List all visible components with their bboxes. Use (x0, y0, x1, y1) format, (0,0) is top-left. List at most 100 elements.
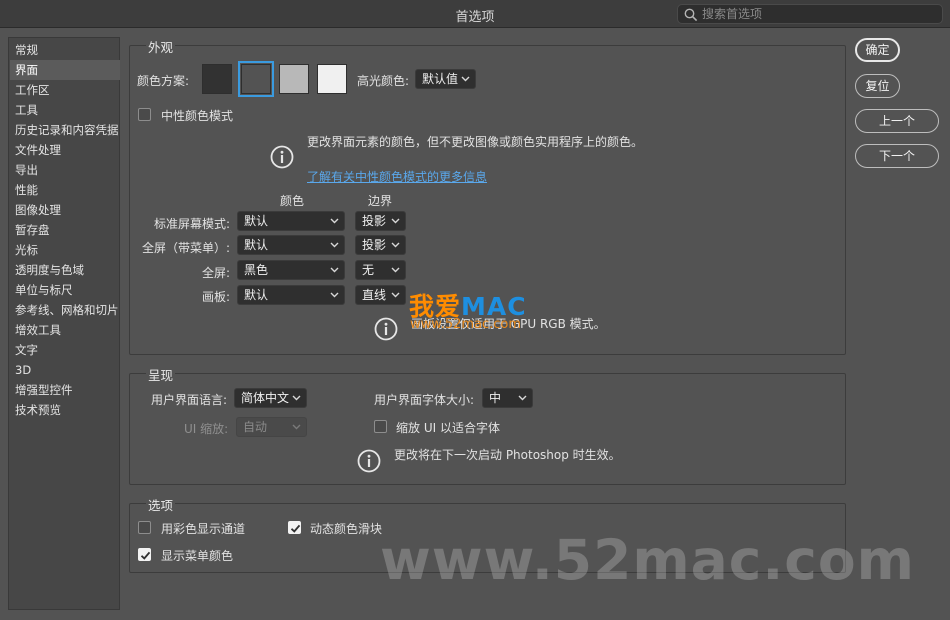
presentation-title: 呈现 (146, 365, 176, 384)
neutral-mode-label: 中性颜色模式 (161, 109, 234, 123)
appearance-title: 外观 (146, 37, 176, 56)
search-box[interactable] (677, 4, 943, 24)
chevron-down-icon (330, 292, 339, 298)
highlight-color-select[interactable]: 默认值 (415, 69, 476, 89)
info-icon (374, 317, 398, 341)
sidebar-item-cursors[interactable]: 光标 (10, 240, 120, 260)
previous-button[interactable]: 上一个 (855, 109, 939, 133)
fullscreen-color-select[interactable]: 黑色 (237, 260, 345, 280)
sidebar-item-units[interactable]: 单位与标尺 (10, 280, 120, 300)
chevron-down-icon (391, 292, 400, 298)
color-scheme-swatch-light[interactable] (279, 64, 309, 94)
ui-scale-value: 自动 (243, 420, 268, 434)
artboard-border-select[interactable]: 直线 (355, 285, 406, 305)
sidebar-item-file-handling[interactable]: 文件处理 (10, 140, 120, 160)
chevron-down-icon (292, 424, 301, 430)
sidebar-item-history[interactable]: 历史记录和内容凭据 (10, 120, 120, 140)
ui-language-label: 用户界面语言: (151, 393, 228, 407)
border-column-header: 边界 (368, 194, 393, 208)
options-title: 选项 (146, 495, 176, 514)
sidebar-item-image-processing[interactable]: 图像处理 (10, 200, 120, 220)
ui-scale-select[interactable]: 自动 (236, 417, 307, 437)
color-scheme-swatch-darkest[interactable] (202, 64, 232, 94)
fullscreen-border-value: 无 (362, 263, 375, 277)
artboard-color-value: 默认 (244, 288, 269, 302)
chevron-down-icon (330, 242, 339, 248)
neutral-mode-learn-more-link[interactable]: 了解有关中性颜色模式的更多信息 (307, 168, 487, 185)
artboard-color-select[interactable]: 默认 (237, 285, 345, 305)
standard-screen-color-select[interactable]: 默认 (237, 211, 345, 231)
artboard-label: 画板: (201, 290, 230, 304)
fullscreen-menu-label: 全屏（带菜单）: (141, 241, 230, 255)
menu-colors-checkbox[interactable] (138, 548, 151, 561)
neutral-mode-checkbox[interactable] (138, 108, 151, 121)
search-input[interactable] (702, 6, 938, 22)
checkmark-icon (140, 551, 151, 560)
menu-colors-label: 显示菜单颜色 (161, 549, 234, 563)
ui-language-select[interactable]: 简体中文 (234, 388, 307, 408)
sidebar-item-performance[interactable]: 性能 (10, 180, 120, 200)
color-channels-checkbox[interactable] (138, 521, 151, 534)
standard-screen-border-select[interactable]: 投影 (355, 211, 406, 231)
sidebar-item-guides[interactable]: 参考线、网格和切片 (10, 300, 120, 320)
checkmark-icon (290, 524, 301, 533)
chevron-down-icon (292, 395, 301, 401)
standard-screen-label: 标准屏幕模式: (153, 217, 230, 231)
sidebar-item-interface[interactable]: 界面 (10, 60, 120, 80)
fullscreen-menu-border-select[interactable]: 投影 (355, 235, 406, 255)
reset-button[interactable]: 复位 (855, 74, 900, 98)
site-watermark-large: www.52mac.com (380, 528, 915, 592)
fullscreen-menu-color-value: 默认 (244, 238, 269, 252)
sidebar-item-export[interactable]: 导出 (10, 160, 120, 180)
sidebar-item-general[interactable]: 常规 (10, 40, 120, 60)
ui-language-value: 简体中文 (241, 391, 290, 405)
color-channels-label: 用彩色显示通道 (161, 522, 246, 536)
chevron-down-icon (461, 76, 470, 82)
info-icon (357, 449, 381, 473)
sidebar-item-scratch-disks[interactable]: 暂存盘 (10, 220, 120, 240)
search-icon (684, 8, 698, 22)
neutral-mode-info-text: 更改界面元素的颜色，但不更改图像或颜色实用程序上的颜色。 (307, 135, 644, 149)
restart-note: 更改将在下一次启动 Photoshop 时生效。 (394, 448, 621, 462)
chevron-down-icon (391, 218, 400, 224)
color-scheme-swatch-lightest[interactable] (317, 64, 347, 94)
fullscreen-menu-color-select[interactable]: 默认 (237, 235, 345, 255)
sidebar-item-workspace[interactable]: 工作区 (10, 80, 120, 100)
next-button[interactable]: 下一个 (855, 144, 939, 168)
color-scheme-label: 颜色方案: (137, 74, 190, 88)
ui-font-size-select[interactable]: 中 (482, 388, 533, 408)
chevron-down-icon (391, 242, 400, 248)
fullscreen-label: 全屏: (201, 266, 230, 280)
chevron-down-icon (330, 218, 339, 224)
title-bar: 首选项 (0, 0, 950, 28)
sidebar-item-tech-preview[interactable]: 技术预览 (10, 400, 120, 420)
sidebar-item-tools[interactable]: 工具 (10, 100, 120, 120)
dynamic-sliders-label: 动态颜色滑块 (310, 522, 383, 536)
fullscreen-menu-border-value: 投影 (362, 238, 387, 252)
chevron-down-icon (330, 267, 339, 273)
site-watermark-small: www.52mac.com (410, 317, 522, 332)
info-icon (270, 145, 294, 169)
artboard-border-value: 直线 (362, 288, 387, 302)
sidebar-item-transparency[interactable]: 透明度与色域 (10, 260, 120, 280)
sidebar-item-3d[interactable]: 3D (10, 360, 120, 380)
ok-button[interactable]: 确定 (855, 38, 900, 62)
ui-scale-label: UI 缩放: (184, 422, 229, 436)
highlight-color-value: 默认值 (422, 72, 459, 86)
fullscreen-color-value: 黑色 (244, 263, 269, 277)
sidebar-item-enhanced-controls[interactable]: 增强型控件 (10, 380, 120, 400)
ui-font-size-value: 中 (489, 391, 502, 405)
highlight-color-label: 高光颜色: (357, 74, 410, 88)
ui-font-size-label: 用户界面字体大小: (374, 393, 475, 407)
chevron-down-icon (391, 267, 400, 273)
standard-screen-color-value: 默认 (244, 214, 269, 228)
sidebar-item-type[interactable]: 文字 (10, 340, 120, 360)
scale-ui-to-font-checkbox[interactable] (374, 420, 387, 433)
color-column-header: 颜色 (280, 194, 305, 208)
fullscreen-border-select[interactable]: 无 (355, 260, 406, 280)
sidebar-item-plugins[interactable]: 增效工具 (10, 320, 120, 340)
selected-swatch-outline (238, 61, 274, 97)
standard-screen-border-value: 投影 (362, 214, 387, 228)
chevron-down-icon (518, 395, 527, 401)
dynamic-sliders-checkbox[interactable] (288, 521, 301, 534)
